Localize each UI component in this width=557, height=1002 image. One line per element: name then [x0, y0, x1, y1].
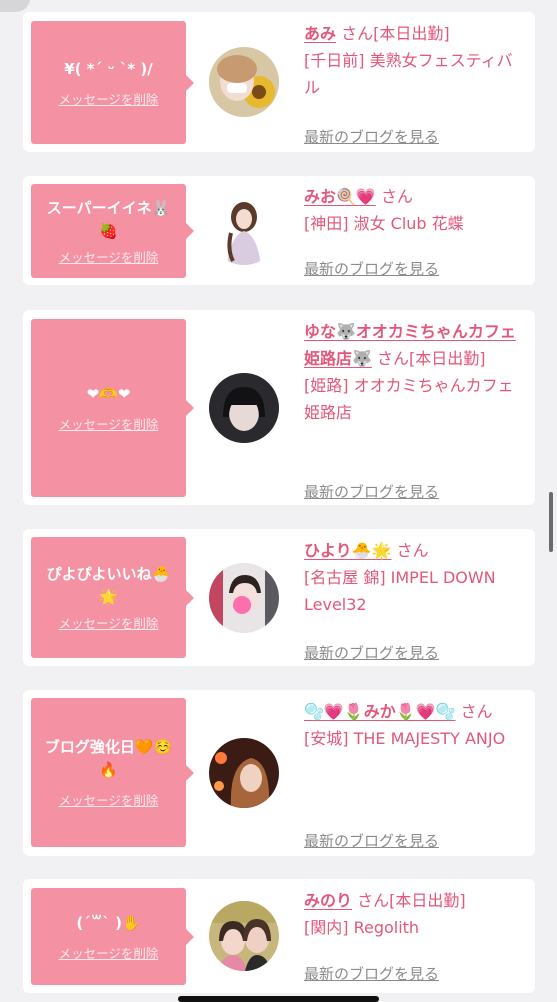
message-bubble: ¥( *´ ᵕ `* )/ メッセージを削除 [31, 21, 194, 144]
card-info: 🫧💗🌷みか🌷💗🫧 さん [安城] THE MAJESTY ANJO 最新のブログ… [304, 698, 526, 850]
message-text: ブログ強化日🧡☺️🔥 [44, 738, 173, 779]
shop-name: [神田] 淑女 Club 花蝶 [304, 214, 464, 233]
san-label: さん [396, 541, 429, 560]
avatar[interactable] [209, 901, 279, 971]
message-bubble: ❤🫶❤ メッセージを削除 [31, 319, 194, 497]
message-text: スーパーイイネ🐰🍓 [46, 198, 171, 240]
girl-name-link[interactable]: ひより🐣🌟 [304, 541, 392, 560]
card-info: みお🍭💗 さん [神田] 淑女 Club 花蝶 最新のブログを見る [304, 183, 526, 278]
san-label: さん [377, 349, 410, 368]
message-bubble: スーパーイイネ🐰🍓 メッセージを削除 [31, 184, 194, 278]
san-label: さん [380, 187, 413, 206]
avatar[interactable] [209, 373, 279, 443]
latest-blog-link[interactable]: 最新のブログを見る [304, 961, 439, 988]
latest-blog-link[interactable]: 最新のブログを見る [304, 479, 439, 506]
card-info: ゆな🐺オオカミちゃんカフェ姫路店🐺 さん[本日出勤] [姫路] オオカミちゃんカ… [304, 318, 526, 501]
shop-name: [関内] Regolith [304, 918, 420, 937]
message-bubble: ブログ強化日🧡☺️🔥 メッセージを削除 [31, 698, 194, 847]
avatar[interactable] [209, 563, 279, 633]
san-label: さん [341, 24, 374, 43]
girl-name-link[interactable]: あみ [304, 24, 336, 43]
work-status: [本日出勤] [389, 891, 466, 910]
message-card: スーパーイイネ🐰🍓 メッセージを削除 みお🍭💗 さん [神田] 淑女 Club … [23, 176, 535, 285]
shop-name: [安城] THE MAJESTY ANJO [304, 729, 506, 748]
delete-message-link[interactable]: メッセージを削除 [59, 414, 159, 433]
avatar[interactable] [209, 47, 279, 117]
latest-blog-link[interactable]: 最新のブログを見る [304, 640, 439, 667]
message-card: (´꒳` )✋ メッセージを削除 みのり さん[本日出勤] [関内] Regol… [23, 879, 535, 993]
card-info: ひより🐣🌟 さん [名古屋 錦] IMPEL DOWN Level32 最新のブ… [304, 537, 526, 662]
card-info: みのり さん[本日出勤] [関内] Regolith 最新のブログを見る [304, 887, 526, 983]
message-card: ¥( *´ ᵕ `* )/ メッセージを削除 あみ さん[本日出勤] [千日前]… [23, 12, 535, 152]
latest-blog-link[interactable]: 最新のブログを見る [304, 256, 439, 283]
shop-name: [姫路] オオカミちゃんカフェ姫路店 [304, 376, 514, 422]
shop-name: [名古屋 錦] IMPEL DOWN Level32 [304, 568, 496, 614]
message-card: ぴよぴよいいね🐣🌟 メッセージを削除 ひより🐣🌟 さん [名古屋 錦] IMPE… [23, 529, 535, 666]
message-text: ぴよぴよいいね🐣🌟 [46, 565, 171, 606]
message-card: ❤🫶❤ メッセージを削除 ゆな🐺オオカミちゃんカフェ姫路店🐺 さん[本日出勤] … [23, 310, 535, 505]
shop-name: [千日前] 美熟女フェスティバル [304, 51, 513, 97]
girl-name-link[interactable]: みお🍭💗 [304, 187, 376, 206]
delete-message-link[interactable]: メッセージを削除 [59, 613, 159, 632]
message-text: ¥( *´ ᵕ `* )/ [64, 59, 153, 78]
top-corner-tab [0, 0, 30, 12]
girl-name-link[interactable]: みのり [304, 891, 352, 910]
latest-blog-link[interactable]: 最新のブログを見る [304, 124, 439, 151]
work-status: [本日出勤] [373, 24, 450, 43]
delete-message-link[interactable]: メッセージを削除 [59, 247, 159, 266]
work-status: [本日出勤] [409, 349, 486, 368]
message-text: (´꒳` )✋ [76, 913, 141, 932]
message-bubble: (´꒳` )✋ メッセージを削除 [31, 888, 194, 985]
message-card: ブログ強化日🧡☺️🔥 メッセージを削除 🫧💗🌷みか🌷💗🫧 さん [安城] THE… [23, 690, 535, 856]
delete-message-link[interactable]: メッセージを削除 [59, 790, 159, 809]
scrollbar[interactable] [549, 492, 553, 552]
message-bubble: ぴよぴよいいね🐣🌟 メッセージを削除 [31, 537, 194, 658]
avatar[interactable] [209, 195, 279, 265]
message-text: ❤🫶❤ [86, 385, 131, 403]
delete-message-link[interactable]: メッセージを削除 [59, 89, 159, 108]
card-info: あみ さん[本日出勤] [千日前] 美熟女フェスティバル 最新のブログを見る [304, 20, 526, 146]
san-label: さん [357, 891, 390, 910]
avatar[interactable] [209, 738, 279, 808]
delete-message-link[interactable]: メッセージを削除 [59, 943, 159, 962]
latest-blog-link[interactable]: 最新のブログを見る [304, 828, 439, 855]
san-label: さん [460, 702, 493, 721]
girl-name-link[interactable]: 🫧💗🌷みか🌷💗🫧 [304, 702, 456, 721]
home-indicator[interactable] [178, 996, 379, 1002]
